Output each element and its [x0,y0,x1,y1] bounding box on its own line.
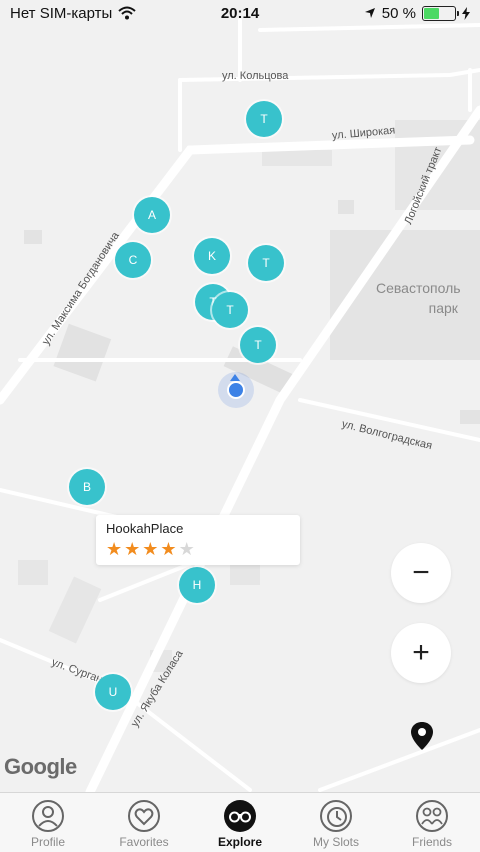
star-filled-icon: ★ [124,539,141,559]
venue-popup-title: HookahPlace [106,521,184,536]
battery-level [424,7,439,19]
heart-icon [127,799,161,833]
tab-profile[interactable]: Profile [0,793,96,852]
venue-popup[interactable]: HookahPlace ★ ★ ★ ★ ★ [96,515,300,565]
venue-marker[interactable]: T [248,245,284,281]
tab-label: Friends [411,835,452,849]
venue-marker[interactable]: K [194,238,230,274]
location-arrow-icon [364,8,375,18]
battery-icon [422,5,459,21]
wifi-icon [118,6,136,20]
tab-label: Profile [30,835,65,849]
tab-explore[interactable]: Explore [192,793,288,852]
zoom-in-button[interactable]: + [391,623,451,683]
tab-bar: Profile Favorites Explore My Slots Frien… [0,792,480,852]
venue-marker[interactable]: T [212,292,248,328]
app-screen: ул. Кольцова ул. Широкая Логойский тракт… [0,0,480,852]
tab-my-slots[interactable]: My Slots [288,793,384,852]
tab-favorites[interactable]: Favorites [96,793,192,852]
venue-marker[interactable]: B [69,469,105,505]
charging-bolt-icon [462,6,470,20]
heading-arrow-icon [230,374,240,381]
friends-icon [415,799,449,833]
venue-marker[interactable]: T [240,327,276,363]
district-label-line1: Севастополь [376,280,461,296]
tab-label: My Slots [312,835,359,849]
tab-friends[interactable]: Friends [384,793,480,852]
clock-icon [319,799,353,833]
street-label-koltsova: ул. Кольцова [222,70,289,82]
venue-rating: ★ ★ ★ ★ ★ [106,540,290,558]
map-view[interactable]: ул. Кольцова ул. Широкая Логойский тракт… [0,0,480,792]
venue-marker[interactable]: U [95,674,131,710]
star-filled-icon: ★ [106,539,123,559]
current-location-indicator [218,372,254,408]
map-pin-icon [411,722,433,750]
district-label-line2: парк [428,300,458,316]
tab-label: Explore [217,835,262,849]
status-bar: Нет SIM-карты 20:14 50 % [0,0,480,26]
venue-marker[interactable]: C [115,242,151,278]
district-label: Севастополь парк [376,278,461,318]
tab-label: Favorites [119,835,169,849]
binoculars-icon [223,799,257,833]
profile-icon [31,799,65,833]
venue-marker[interactable]: A [134,197,170,233]
location-pin-button[interactable] [408,720,436,752]
location-dot-icon [227,381,245,399]
venue-marker[interactable]: T [246,101,282,137]
carrier-text: Нет SIM-карты [10,4,113,22]
google-attribution: Google [4,754,77,779]
star-empty-icon: ★ [178,539,195,559]
star-filled-icon: ★ [160,539,177,559]
venue-marker[interactable]: H [179,567,215,603]
star-filled-icon: ★ [142,539,159,559]
battery-percent: 50 % [381,4,416,22]
zoom-out-button[interactable]: − [391,543,451,603]
